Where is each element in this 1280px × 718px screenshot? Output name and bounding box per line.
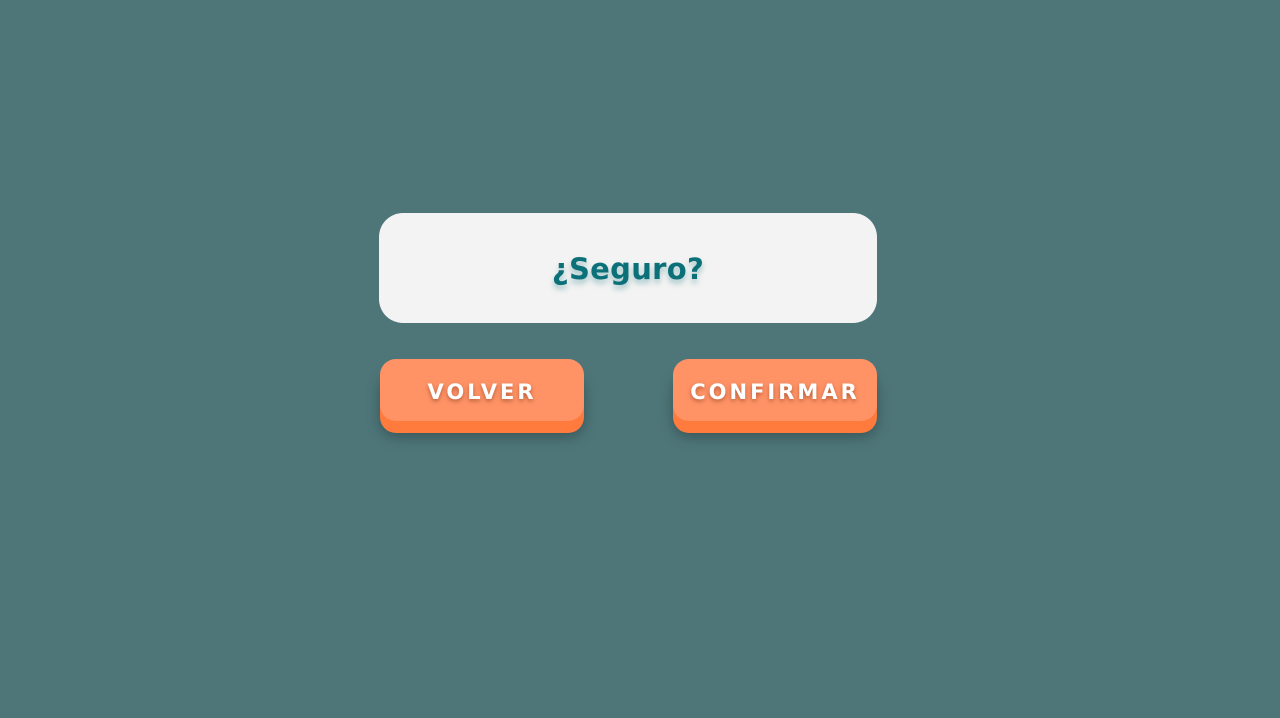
- confirmation-dialog: ¿Seguro?: [379, 213, 877, 323]
- confirm-button[interactable]: CONFIRMAR: [673, 359, 877, 421]
- page-background: { "dialog": { "title": "¿Seguro?" }, "ac…: [0, 0, 1280, 718]
- dialog-title: ¿Seguro?: [551, 252, 705, 286]
- back-button[interactable]: VOLVER: [380, 359, 584, 421]
- confirm-button-label: CONFIRMAR: [690, 379, 860, 404]
- back-button-label: VOLVER: [427, 379, 537, 404]
